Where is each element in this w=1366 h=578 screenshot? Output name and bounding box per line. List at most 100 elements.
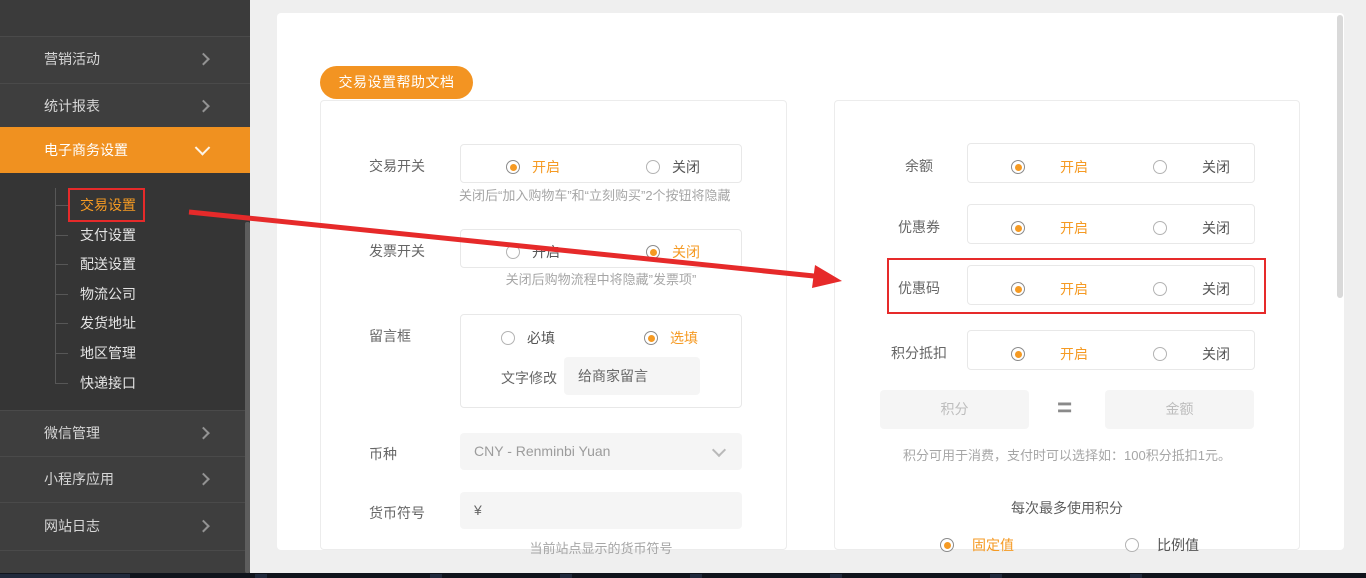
taskbar-segment <box>690 574 702 578</box>
radio-label[interactable]: 开启 <box>532 242 560 262</box>
sidebar-item-site-log[interactable]: 网站日志 <box>0 502 250 550</box>
sidebar-item-label: 营销活动 <box>44 51 100 67</box>
taskbar-edge <box>0 573 1366 578</box>
sidebar-subitem-payment-settings[interactable]: 支付设置 <box>80 224 136 246</box>
main-content: 交易设置帮助文档 交易开关 开启 关闭 关闭后“加入购物车”和“立刻购买”2个按… <box>277 13 1344 556</box>
sidebar-item-marketing[interactable]: 营销活动 <box>0 37 250 82</box>
sidebar-subitem-trade-settings[interactable]: 交易设置 <box>80 194 136 216</box>
radio-option-off[interactable]: 关闭 <box>1153 279 1230 299</box>
chevron-down-icon <box>194 140 211 156</box>
balance-switch-group: 开启 关闭 <box>967 143 1255 183</box>
taskbar-segment <box>0 574 130 578</box>
currency-symbol-hint: 当前站点显示的货币符号 <box>529 541 673 556</box>
sidebar-submenu: 交易设置 支付设置 配送设置 物流公司 发货地址 地区管理 快递接口 <box>0 173 250 410</box>
radio-option-on[interactable]: 开启 <box>1011 157 1088 177</box>
radio-off-icon[interactable] <box>1153 221 1167 235</box>
help-doc-button[interactable]: 交易设置帮助文档 <box>320 66 473 99</box>
text-edit-label: 文字修改 <box>501 370 557 386</box>
currency-select[interactable]: CNY - Renminbi Yuan <box>460 433 742 470</box>
chevron-right-icon <box>197 426 210 439</box>
radio-option-on[interactable]: 开启 <box>1011 279 1088 299</box>
currency-symbol-input[interactable]: ¥ <box>460 492 742 529</box>
radio-on-icon[interactable] <box>1011 282 1025 296</box>
radio-label[interactable]: 选填 <box>670 328 698 348</box>
tree-tick <box>55 205 68 206</box>
radio-off-icon[interactable] <box>646 245 660 259</box>
trade-switch-hint: 关闭后“加入购物车”和“立刻购买”2个按钮将隐藏 <box>459 188 731 203</box>
radio-option-optional[interactable]: 选填 <box>644 328 698 348</box>
radio-option-on[interactable]: 开启 <box>506 242 560 262</box>
radio-required-icon[interactable] <box>501 331 515 345</box>
radio-on-icon[interactable] <box>506 160 520 174</box>
field-label-currency: 币种 <box>369 446 397 462</box>
radio-option-ratio-value[interactable]: 比例值 <box>1125 535 1199 555</box>
radio-option-required[interactable]: 必填 <box>501 328 555 348</box>
radio-on-icon[interactable] <box>1011 347 1025 361</box>
field-label-coupon: 优惠券 <box>898 219 940 235</box>
radio-label[interactable]: 关闭 <box>1202 279 1230 299</box>
radio-label[interactable]: 比例值 <box>1157 535 1199 555</box>
radio-on-icon[interactable] <box>506 245 520 259</box>
radio-label[interactable]: 开启 <box>532 157 560 177</box>
radio-optional-icon[interactable] <box>644 331 658 345</box>
radio-option-on[interactable]: 开启 <box>506 157 560 177</box>
radio-label[interactable]: 开启 <box>1060 218 1088 238</box>
radio-label[interactable]: 关闭 <box>672 157 700 177</box>
sidebar-subitem-logistics-company[interactable]: 物流公司 <box>80 283 136 305</box>
radio-option-off[interactable]: 关闭 <box>646 157 700 177</box>
merchant-message-input[interactable]: 给商家留言 <box>564 357 700 395</box>
trade-switch-group: 开启 关闭 <box>460 144 742 183</box>
radio-option-off[interactable]: 关闭 <box>1153 157 1230 177</box>
radio-label[interactable]: 必填 <box>527 328 555 348</box>
sidebar-item-miniprogram[interactable]: 小程序应用 <box>0 456 250 502</box>
points-input[interactable]: 积分 <box>880 390 1029 429</box>
amount-input[interactable]: 金额 <box>1105 390 1254 429</box>
discount-settings-panel: 余额 开启 关闭 优惠券 开启 关闭 优惠码 开启 关闭 积分抵扣 开启 关闭 … <box>834 100 1300 553</box>
sidebar-header <box>0 0 250 37</box>
radio-off-icon[interactable] <box>1153 282 1167 296</box>
sidebar-subitem-express-interface[interactable]: 快递接口 <box>80 372 136 394</box>
radio-option-on[interactable]: 开启 <box>1011 344 1088 364</box>
sidebar-item-reports[interactable]: 统计报表 <box>0 83 250 129</box>
radio-label[interactable]: 固定值 <box>972 535 1014 555</box>
radio-label[interactable]: 关闭 <box>1202 157 1230 177</box>
sidebar-item-partial <box>0 550 250 574</box>
radio-label[interactable]: 开启 <box>1060 157 1088 177</box>
radio-label[interactable]: 关闭 <box>1202 218 1230 238</box>
radio-on-icon[interactable] <box>1011 160 1025 174</box>
radio-label[interactable]: 关闭 <box>1202 344 1230 364</box>
radio-on-icon[interactable] <box>1011 221 1025 235</box>
radio-option-fixed-value[interactable]: 固定值 <box>940 535 1014 555</box>
invoice-switch-group: 开启 关闭 <box>460 229 742 268</box>
radio-option-off[interactable]: 关闭 <box>646 242 700 262</box>
radio-option-off[interactable]: 关闭 <box>1153 218 1230 238</box>
radio-label[interactable]: 开启 <box>1060 344 1088 364</box>
sidebar-subitem-region-management[interactable]: 地区管理 <box>80 342 136 364</box>
radio-ratio-icon[interactable] <box>1125 538 1139 552</box>
radio-off-icon[interactable] <box>1153 347 1167 361</box>
sidebar-subitem-delivery-settings[interactable]: 配送设置 <box>80 253 136 275</box>
radio-off-icon[interactable] <box>646 160 660 174</box>
radio-off-icon[interactable] <box>1153 160 1167 174</box>
coupon-switch-group: 开启 关闭 <box>967 204 1255 244</box>
sidebar-item-label: 小程序应用 <box>44 471 114 487</box>
equals-sign: = <box>1057 392 1073 422</box>
radio-label[interactable]: 开启 <box>1060 279 1088 299</box>
radio-option-on[interactable]: 开启 <box>1011 218 1088 238</box>
points-placeholder: 积分 <box>940 401 969 417</box>
sidebar-subitem-shipping-address[interactable]: 发货地址 <box>80 312 136 334</box>
taskbar-segment <box>830 574 842 578</box>
tree-tick <box>55 353 68 354</box>
sidebar: 营销活动 统计报表 电子商务设置 交易设置 支付设置 配送设置 物流公司 发货地… <box>0 0 250 574</box>
field-label-balance: 余额 <box>905 158 933 174</box>
radio-label[interactable]: 关闭 <box>672 242 700 262</box>
sidebar-scrollbar-thumb[interactable] <box>245 222 250 573</box>
tree-tick <box>55 323 68 324</box>
sidebar-item-ecommerce-settings[interactable]: 电子商务设置 <box>0 127 250 173</box>
page-scrollbar-thumb[interactable] <box>1337 15 1343 298</box>
radio-option-off[interactable]: 关闭 <box>1153 344 1230 364</box>
max-points-label: 每次最多使用积分 <box>1011 500 1123 516</box>
invoice-switch-hint: 关闭后购物流程中将隐藏”发票项” <box>505 272 697 287</box>
radio-fixed-icon[interactable] <box>940 538 954 552</box>
sidebar-item-wechat[interactable]: 微信管理 <box>0 410 250 456</box>
